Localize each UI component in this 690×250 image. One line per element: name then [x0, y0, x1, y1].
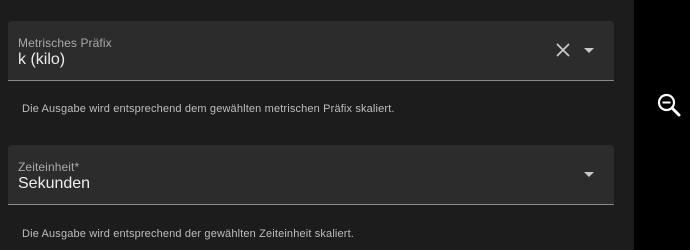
metric-prefix-select[interactable]: Metrisches Präfix k (kilo) [8, 21, 614, 81]
time-unit-label: Zeiteinheit* [18, 160, 80, 174]
metric-prefix-helper: Die Ausgabe wird entsprechend dem gewähl… [22, 103, 395, 115]
chevron-down-icon[interactable] [580, 41, 598, 59]
settings-panel: Metrisches Präfix k (kilo) Die Ausgabe w… [0, 0, 634, 250]
metric-prefix-label: Metrisches Präfix [18, 36, 112, 50]
clear-icon[interactable] [554, 41, 572, 59]
chevron-down-icon[interactable] [580, 165, 598, 183]
metric-prefix-value: k (kilo) [18, 51, 66, 68]
side-strip [634, 0, 690, 250]
time-unit-value: Sekunden [18, 175, 91, 192]
zoom-out-icon[interactable] [656, 92, 682, 118]
time-unit-helper: Die Ausgabe wird entsprechend der gewähl… [22, 228, 354, 240]
time-unit-select[interactable]: Zeiteinheit* Sekunden [8, 145, 614, 205]
